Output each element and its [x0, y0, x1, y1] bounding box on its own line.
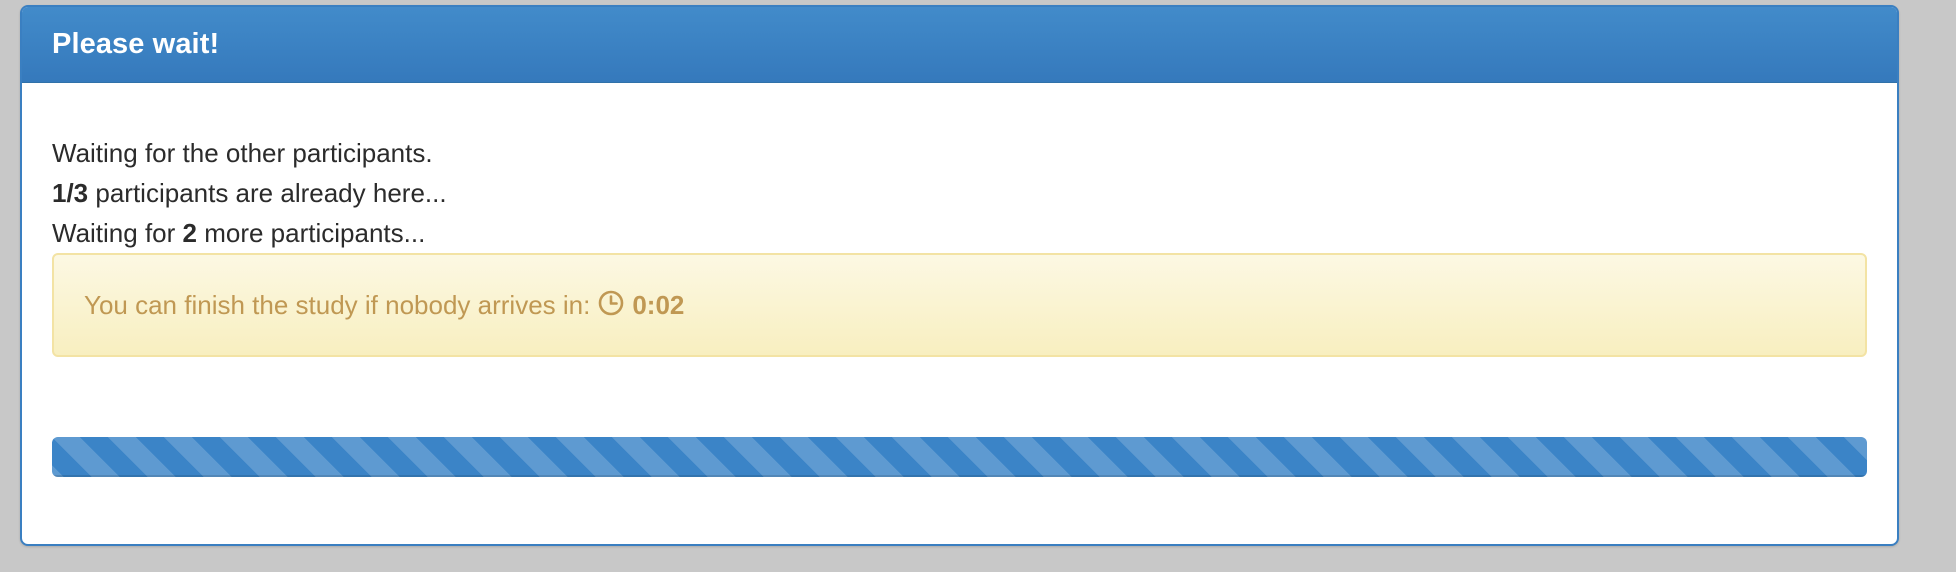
- participants-present-line: 1/3 participants are already here...: [52, 173, 1867, 213]
- waiting-text: Waiting for the other participants.: [52, 138, 433, 168]
- progress-bar-fill: [52, 437, 1867, 477]
- panel-title: Please wait!: [52, 28, 220, 60]
- panel-heading: Please wait!: [22, 7, 1897, 83]
- clock-icon: [598, 290, 624, 316]
- participants-remaining-line: Waiting for 2 more participants...: [52, 213, 1867, 253]
- timeout-alert-text: You can finish the study if nobody arriv…: [84, 289, 591, 320]
- countdown-timer: 0:02: [632, 289, 685, 320]
- participants-remaining-count: 2: [182, 218, 197, 248]
- panel-body: Waiting for the other participants. 1/3 …: [22, 83, 1897, 477]
- participants-remaining-suffix: more participants...: [197, 218, 426, 248]
- participants-present-count: 1/3: [52, 178, 89, 208]
- participants-present-suffix: participants are already here...: [88, 178, 447, 208]
- waiting-panel: Please wait! Waiting for the other parti…: [20, 5, 1899, 546]
- progress-bar-track: [52, 437, 1867, 477]
- participants-remaining-prefix: Waiting for: [52, 218, 183, 248]
- timeout-alert: You can finish the study if nobody arriv…: [52, 253, 1867, 357]
